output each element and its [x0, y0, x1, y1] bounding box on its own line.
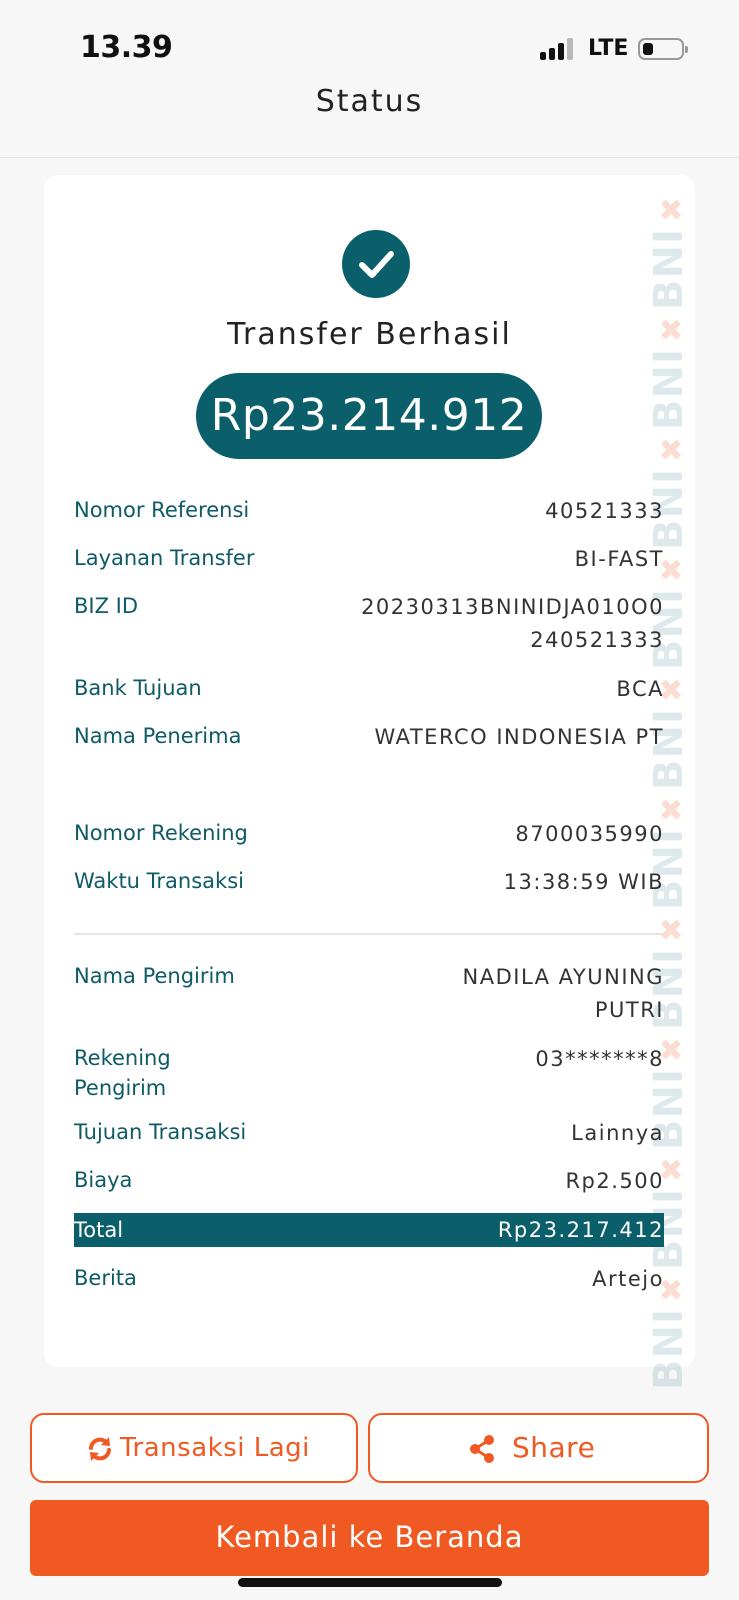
detail-value: BCA — [616, 677, 664, 701]
page-title: Status — [315, 84, 424, 119]
detail-row-total: Total Rp23.217.412 — [74, 1213, 664, 1247]
battery-icon — [638, 38, 688, 60]
detail-value: 8700035990 — [515, 822, 664, 846]
detail-value: NADILA AYUNING PUTRI — [462, 965, 664, 1022]
detail-value: Rp2.500 — [565, 1169, 664, 1193]
detail-label: Biaya — [74, 1168, 133, 1192]
detail-label: Nomor Rekening — [74, 821, 248, 845]
back-to-home-label: Kembali ke Beranda — [215, 1520, 524, 1554]
detail-label: Berita — [74, 1266, 137, 1290]
detail-value: 20230313BNINIDJA010O0240521333 — [361, 595, 664, 652]
refresh-icon — [86, 1435, 114, 1463]
detail-label: Waktu Transaksi — [74, 869, 244, 893]
detail-label: BIZ ID — [74, 594, 139, 618]
detail-label: Nama Penerima — [74, 724, 242, 748]
network-type: LTE — [588, 36, 629, 61]
detail-value: Artejo — [592, 1267, 664, 1291]
detail-label: Layanan Transfer — [74, 546, 255, 570]
detail-value: 03*******8 — [535, 1047, 664, 1071]
status-time: 13.39 — [80, 30, 173, 65]
share-button[interactable]: Share — [368, 1413, 709, 1483]
success-title: Transfer Berhasil — [227, 317, 512, 352]
section-divider — [74, 933, 664, 935]
share-icon — [468, 1435, 496, 1463]
receipt-card: BNI✖BNI✖BNI✖BNI✖BNI✖BNI✖BNI✖BNI✖BNI✖BNI✖… — [44, 175, 695, 1390]
detail-label: Nomor Referensi — [74, 498, 250, 522]
success-check-icon — [342, 230, 410, 298]
detail-value: Rp23.217.412 — [497, 1218, 664, 1242]
detail-value: 13:38:59 WIB — [503, 870, 664, 894]
detail-label: Total — [74, 1218, 124, 1242]
repeat-transaction-label: Transaksi Lagi — [120, 1433, 310, 1463]
detail-label: Nama Pengirim — [74, 964, 235, 988]
detail-label: Tujuan Transaksi — [74, 1120, 247, 1144]
detail-value: BI-FAST — [574, 547, 664, 571]
page-header: Status — [0, 80, 739, 158]
amount-badge: Rp23.214.912 — [196, 373, 542, 459]
status-bar: 13.39 LTE — [0, 0, 739, 80]
share-label: Share — [512, 1431, 596, 1464]
repeat-transaction-button[interactable]: Transaksi Lagi — [30, 1413, 358, 1483]
detail-label: Rekening Pengirim — [74, 1046, 171, 1100]
signal-icon — [540, 38, 580, 60]
detail-value: 40521333 — [545, 499, 664, 523]
detail-label: Bank Tujuan — [74, 676, 202, 700]
back-to-home-button[interactable]: Kembali ke Beranda — [30, 1500, 709, 1576]
detail-value: Lainnya — [571, 1121, 664, 1145]
transfer-amount: Rp23.214.912 — [210, 390, 528, 441]
home-indicator — [238, 1578, 502, 1587]
detail-value: WATERCO INDONESIA PT — [374, 725, 664, 749]
